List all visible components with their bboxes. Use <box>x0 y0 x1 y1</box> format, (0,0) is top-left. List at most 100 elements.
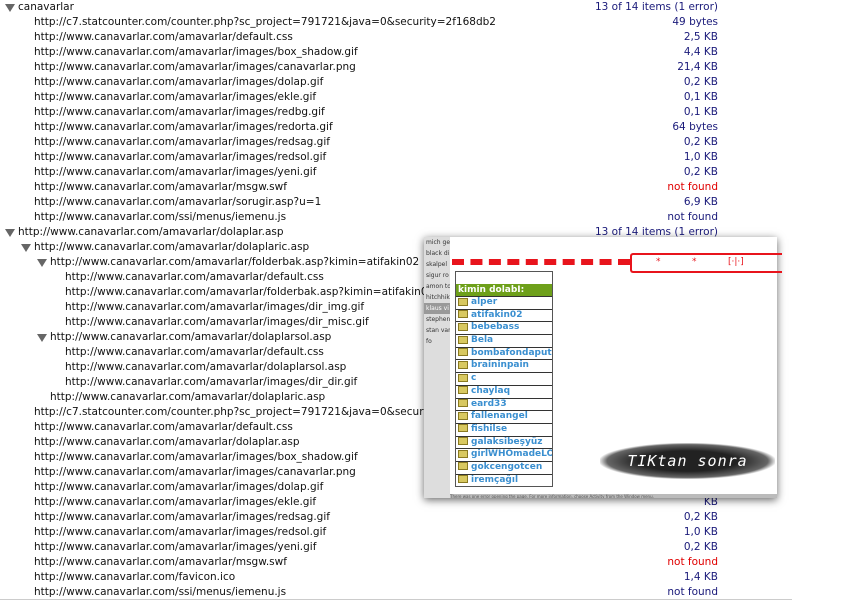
table-row[interactable]: http://c7.statcounter.com/counter.php?sc… <box>0 15 790 30</box>
disclosure-triangle-icon[interactable] <box>37 334 47 342</box>
folder-icon <box>458 462 468 471</box>
folder-link[interactable]: fishilse <box>456 422 552 436</box>
table-row[interactable]: http://www.canavarlar.com/amavarlar/imag… <box>0 165 790 180</box>
table-row[interactable]: http://www.canavarlar.com/favicon.ico 1,4… <box>0 570 790 585</box>
resource-size: 0,1 KB <box>683 106 718 118</box>
sidebar-item[interactable]: hitchhik <box>424 292 450 303</box>
table-row[interactable]: http://www.canavarlar.com/amavarlar/msgw… <box>0 180 790 195</box>
sidebar-item[interactable]: skalpel <box>424 259 450 270</box>
folder-link[interactable]: girlWHOmadeLOVEt <box>456 448 552 461</box>
sidebar-item[interactable]: stan var <box>424 325 450 336</box>
sidebar-item[interactable]: fo <box>424 336 450 347</box>
resource-url: http://www.canavarlar.com/amavarlar/imag… <box>65 316 369 328</box>
sidebar-item[interactable]: klaus vi <box>424 303 450 314</box>
disclosure-triangle-icon[interactable] <box>5 4 15 12</box>
folder-link[interactable]: chaylaq <box>456 384 552 398</box>
folder-icon <box>458 310 468 319</box>
folder-link[interactable]: alper <box>456 296 552 309</box>
table-row[interactable]: http://www.canavarlar.com/amavarlar/imag… <box>0 120 790 135</box>
folder-link[interactable]: eard33 <box>456 397 552 411</box>
resource-url: http://www.canavarlar.com/amavarlar/imag… <box>34 46 358 58</box>
table-row[interactable]: http://www.canavarlar.com/amavarlar/imag… <box>0 510 790 525</box>
table-row[interactable]: canavarlar 13 of 14 items (1 error) <box>0 0 790 15</box>
folder-icon <box>458 335 468 344</box>
table-row[interactable]: http://www.canavarlar.com/amavarlar/imag… <box>0 540 790 555</box>
resource-url: http://www.canavarlar.com/amavarlar/soru… <box>34 196 322 208</box>
sidebar-item[interactable]: amon to <box>424 281 450 292</box>
resource-url: http://www.canavarlar.com/amavarlar/imag… <box>34 496 317 508</box>
folder-link[interactable]: atifakin02 <box>456 308 552 322</box>
menu-item[interactable]: * <box>692 257 697 267</box>
folder-icon <box>458 449 468 458</box>
resource-size: not found <box>667 181 718 193</box>
table-row[interactable]: http://www.canavarlar.com/amavarlar/imag… <box>0 135 790 150</box>
resource-size: 21,4 KB <box>677 61 718 73</box>
folder-link[interactable]: gokcengotcen <box>456 460 552 474</box>
resource-url: http://www.canavarlar.com/amavarlar/imag… <box>34 511 330 523</box>
folder-icon <box>458 322 468 331</box>
page-content: * * [·|·] kimin dolabI: alper atifakin02 b… <box>450 237 782 494</box>
menu-item[interactable]: [·|·] <box>728 257 744 267</box>
folder-link[interactable]: Bela <box>456 334 552 347</box>
browser-window-overlay[interactable]: mich ge black di skalpel sigur ro amon to hit… <box>424 237 782 498</box>
folder-label: alper <box>471 297 498 307</box>
resource-url: http://www.canavarlar.com/amavarlar/dola… <box>34 241 310 253</box>
folder-label: bombafondaputa <box>471 347 552 358</box>
resource-url: http://www.canavarlar.com/amavarlar/defa… <box>34 31 293 43</box>
sidebar-item[interactable]: sigur ro <box>424 270 450 281</box>
resource-url: canavarlar <box>18 1 74 13</box>
resource-size: 49 bytes <box>672 16 718 28</box>
resource-size: 13 of 14 items (1 error) <box>594 1 718 13</box>
resource-url: http://www.canavarlar.com/amavarlar/imag… <box>34 451 358 463</box>
table-row[interactable]: http://www.canavarlar.com/amavarlar/imag… <box>0 45 790 60</box>
resource-size: 0,2 KB <box>683 166 718 178</box>
resource-size: 1,0 KB <box>683 151 718 163</box>
folder-label: girlWHOmadeLOVEt <box>471 449 552 460</box>
resource-size: not found <box>667 211 718 223</box>
table-row[interactable]: http://www.canavarlar.com/amavarlar/defa… <box>0 30 790 45</box>
table-row[interactable]: http://www.canavarlar.com/amavarlar/soru… <box>0 195 790 210</box>
folder-link[interactable]: galaksibeşyüz <box>456 435 552 449</box>
menu-item[interactable]: * <box>656 257 661 267</box>
table-row[interactable]: http://www.canavarlar.com/ssi/menus/ieme… <box>0 585 790 600</box>
sidebar-item[interactable]: black di <box>424 248 450 259</box>
folder-icon <box>458 411 468 420</box>
resource-url: http://www.canavarlar.com/amavarlar/defa… <box>65 271 324 283</box>
folder-link[interactable]: c <box>456 372 552 385</box>
disclosure-triangle-icon[interactable] <box>21 244 31 252</box>
table-row[interactable]: http://www.canavarlar.com/amavarlar/imag… <box>0 525 790 540</box>
sidebar-item[interactable]: stephen <box>424 314 450 325</box>
folder-link[interactable]: iremçağıl <box>456 473 552 487</box>
resource-url: http://www.canavarlar.com/amavarlar/fold… <box>50 256 420 268</box>
folder-link[interactable]: bombafondaputa <box>456 346 552 360</box>
resource-url: http://www.canavarlar.com/amavarlar/defa… <box>65 346 324 358</box>
table-row[interactable]: http://www.canavarlar.com/amavarlar/imag… <box>0 150 790 165</box>
table-row[interactable]: http://www.canavarlar.com/amavarlar/imag… <box>0 90 790 105</box>
status-bar: There was one error opening the page. Fo… <box>450 494 777 498</box>
folder-label: chaylaq <box>471 385 511 396</box>
disclosure-triangle-icon[interactable] <box>5 229 15 237</box>
resource-url: http://www.canavarlar.com/amavarlar/imag… <box>34 91 317 103</box>
table-row[interactable]: http://www.canavarlar.com/ssi/menus/ieme… <box>0 210 790 225</box>
resource-url: http://www.canavarlar.com/ssi/menus/ieme… <box>34 586 287 598</box>
folder-link[interactable]: bebebass <box>456 321 552 334</box>
resource-url: http://www.canavarlar.com/amavarlar/dola… <box>18 226 284 238</box>
folder-icon <box>458 437 468 446</box>
background-window-sidebar: mich ge black di skalpel sigur ro amon to hit… <box>424 237 450 498</box>
disclosure-triangle-icon[interactable] <box>37 259 47 267</box>
red-dashed-line <box>452 259 630 265</box>
table-row[interactable]: http://www.canavarlar.com/amavarlar/imag… <box>0 60 790 75</box>
folder-label: Bela <box>471 335 494 346</box>
resource-size: 1,0 KB <box>683 526 718 538</box>
folder-icon <box>458 348 468 357</box>
folder-link[interactable]: braininpain <box>456 359 552 372</box>
folder-link[interactable]: fallenangel <box>456 410 552 423</box>
sidebar-item[interactable]: mich ge <box>424 237 450 248</box>
resource-url: http://www.canavarlar.com/ssi/menus/ieme… <box>34 211 287 223</box>
resource-url: http://www.canavarlar.com/amavarlar/msgw… <box>34 181 287 193</box>
table-row[interactable]: http://www.canavarlar.com/amavarlar/imag… <box>0 75 790 90</box>
folder-label: bebebass <box>471 322 520 333</box>
table-row[interactable]: http://www.canavarlar.com/amavarlar/imag… <box>0 105 790 120</box>
folder-label: fishilse <box>471 423 508 434</box>
table-row[interactable]: http://www.canavarlar.com/amavarlar/msgw… <box>0 555 790 570</box>
